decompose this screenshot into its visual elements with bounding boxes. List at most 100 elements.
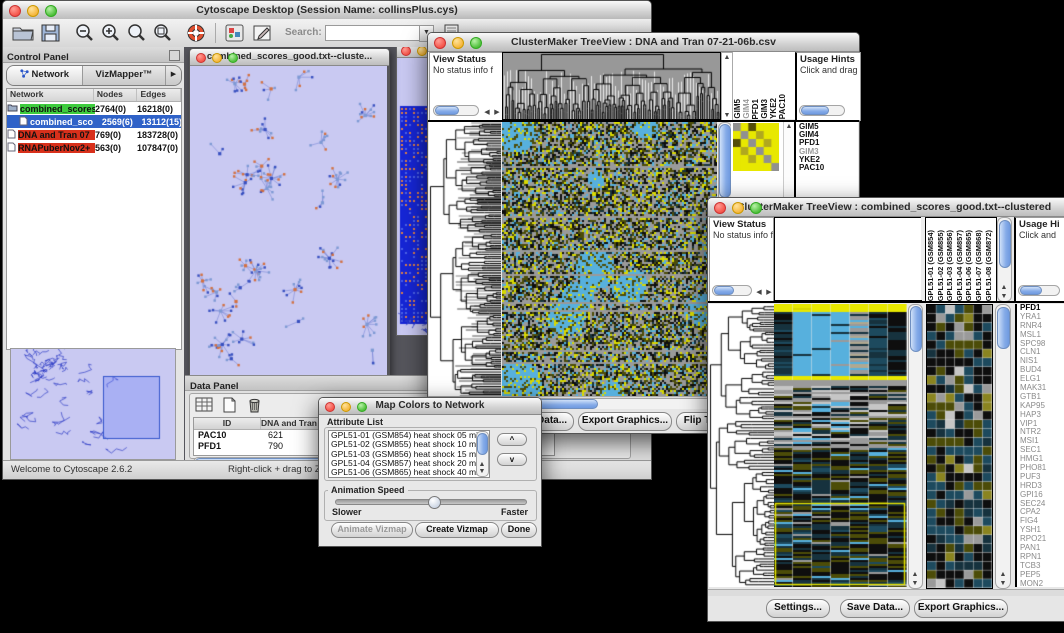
dp-table-icon[interactable] [194, 396, 214, 419]
tv1-status-scrollbar[interactable] [433, 105, 479, 116]
matrix-column-label[interactable]: GPL51-07 (GSM868) [974, 230, 984, 301]
gene-label[interactable]: MON2 [1020, 580, 1064, 587]
close-button[interactable] [714, 202, 726, 214]
zoom-selected-icon[interactable] [125, 22, 149, 44]
gene-label[interactable]: CPA2 [1020, 508, 1064, 517]
gene-label[interactable]: MAK31 [1020, 384, 1064, 393]
network-table-row[interactable]: combined_sco2569(6)13112(15) [7, 115, 181, 128]
export-graphics--button[interactable]: Export Graphics... [914, 599, 1008, 618]
gene-label[interactable]: PEP5 [1020, 571, 1064, 580]
gene-label[interactable]: SEC24 [1020, 500, 1064, 509]
gene-label[interactable]: ELG1 [1020, 375, 1064, 384]
slider-thumb[interactable] [428, 496, 441, 509]
zoom-button[interactable] [357, 402, 367, 412]
matrix-column-label[interactable]: GIM4 [742, 99, 751, 119]
move-up-button[interactable]: ^ [497, 433, 527, 446]
treeview2-titlebar[interactable]: ClusterMaker TreeView : combined_scores_… [708, 198, 1064, 217]
tv1-heatmap-canvas[interactable] [502, 122, 717, 396]
attribute-list[interactable]: GPL51-01 (GSM854) heat shock 05 minGPL51… [328, 430, 490, 478]
tv1-row-dendrogram[interactable] [429, 122, 501, 396]
gene-label[interactable]: PUF3 [1020, 473, 1064, 482]
gene-label[interactable]: NIS1 [1020, 357, 1064, 366]
network-overview-thumbnail[interactable] [10, 348, 176, 460]
animate-vizmap-button[interactable]: Animate Vizmap [331, 522, 413, 538]
gene-label[interactable]: PAN1 [1020, 544, 1064, 553]
gene-label[interactable]: RNR4 [1020, 322, 1064, 331]
zoom-button[interactable] [45, 5, 57, 17]
zoom-button[interactable] [228, 53, 238, 63]
column-header[interactable]: ID [194, 418, 261, 429]
close-button[interactable] [434, 37, 446, 49]
tv1-col-scroll-strip[interactable]: ▲▼ [721, 52, 733, 121]
create-vizmap-button[interactable]: Create Vizmap [415, 522, 499, 538]
scroll-right-arrow[interactable]: ▶ [764, 289, 774, 296]
column-header[interactable]: Nodes [94, 89, 138, 101]
gene-label[interactable]: HMG1 [1020, 455, 1064, 464]
matrix-column-label[interactable]: PFD1 [751, 99, 760, 119]
column-header[interactable]: Edges [137, 89, 181, 101]
minimize-button[interactable] [732, 202, 744, 214]
tv2-status-scrollbar[interactable] [712, 285, 752, 296]
tv2-collabel-scrollbar[interactable]: ▲▼ [997, 217, 1012, 302]
gene-label[interactable]: MSI1 [1020, 437, 1064, 446]
minimize-button[interactable] [27, 5, 39, 17]
gene-label[interactable]: RPN1 [1020, 553, 1064, 562]
scroll-right-arrow[interactable]: ▶ [492, 109, 502, 116]
matrix-column-label[interactable]: GIM3 [760, 99, 769, 119]
gene-label[interactable]: GTB1 [1020, 393, 1064, 402]
animation-speed-slider[interactable] [335, 499, 527, 505]
matrix-column-label[interactable]: GPL51-08 (GSM872) [984, 230, 994, 301]
help-lifebuoy-icon[interactable] [185, 22, 209, 44]
close-button[interactable] [196, 53, 206, 63]
network-table-row[interactable]: combined_scores2764(0)16218(0) [7, 102, 181, 115]
tv2-hints-scrollbar[interactable] [1018, 285, 1060, 296]
gene-label[interactable]: CLN1 [1020, 348, 1064, 357]
tv2-row-dendrogram[interactable] [709, 304, 774, 587]
matrix-column-label[interactable]: YKE2 [769, 98, 778, 119]
gene-label[interactable]: YSH1 [1020, 526, 1064, 535]
gene-label[interactable]: RPO21 [1020, 535, 1064, 544]
gene-label[interactable]: SPC98 [1020, 340, 1064, 349]
zoom-fit-icon[interactable] [151, 22, 175, 44]
dp-new-doc-icon[interactable] [219, 396, 239, 419]
attribute-list-scrollbar[interactable]: ▲▼ [476, 431, 489, 477]
export-graphics--button[interactable]: Export Graphics... [578, 412, 672, 431]
minimize-button[interactable] [452, 37, 464, 49]
tv1-hints-scrollbar[interactable] [799, 105, 845, 116]
dp-delete-icon[interactable] [244, 396, 264, 419]
gene-label[interactable]: TCB3 [1020, 562, 1064, 571]
zoom-button[interactable] [750, 202, 762, 214]
vizmapper-icon[interactable] [223, 22, 247, 44]
minimize-button[interactable] [212, 53, 222, 63]
close-button[interactable] [325, 402, 335, 412]
gene-label[interactable]: VIP1 [1020, 420, 1064, 429]
gene-label[interactable]: HRD3 [1020, 482, 1064, 491]
tv2-vscrollbar[interactable]: ▲▼ [908, 304, 923, 589]
done-button[interactable]: Done [501, 522, 537, 538]
network-table-row[interactable]: DNA and Tran 07769(0)183728(0) [7, 128, 181, 141]
treeview1-titlebar[interactable]: ClusterMaker TreeView : DNA and Tran 07-… [428, 33, 859, 52]
tv2-detail-heatmap[interactable] [926, 304, 993, 589]
tv2-column-dendrogram[interactable] [774, 217, 922, 301]
open-folder-icon[interactable] [11, 22, 35, 44]
attribute-list-item[interactable]: GPL51-07 (GSM868) heat shock 60 min [329, 477, 489, 478]
settings--button[interactable]: Settings... [766, 599, 830, 618]
matrix-column-label[interactable]: GPL51-03 (GSM856) [945, 230, 955, 301]
zoom-in-icon[interactable] [99, 22, 123, 44]
column-header[interactable]: Network [7, 89, 94, 101]
gene-label[interactable]: MSL1 [1020, 331, 1064, 340]
tv2-heatmap-canvas[interactable] [774, 304, 907, 587]
matrix-row-label[interactable]: PAC10 [799, 164, 857, 172]
save-icon[interactable] [39, 22, 63, 44]
network-table-row[interactable]: RNAPuberNov2+563(0)107847(0) [7, 141, 181, 154]
matrix-column-label[interactable]: GPL51-04 (GSM857) [955, 230, 965, 301]
save-data--button[interactable]: Save Data... [840, 599, 910, 618]
gene-label[interactable]: FIG4 [1020, 517, 1064, 526]
matrix-column-label[interactable]: GPL51-02 (GSM855) [936, 230, 946, 301]
matrix-column-label[interactable]: PAC10 [778, 94, 787, 119]
gene-label[interactable]: GPI16 [1020, 491, 1064, 500]
gene-label[interactable]: KAP95 [1020, 402, 1064, 411]
minimize-button[interactable] [341, 402, 351, 412]
matrix-column-label[interactable]: GPL51-06 (GSM865) [964, 230, 974, 301]
scroll-left-arrow[interactable]: ◀ [754, 289, 764, 296]
